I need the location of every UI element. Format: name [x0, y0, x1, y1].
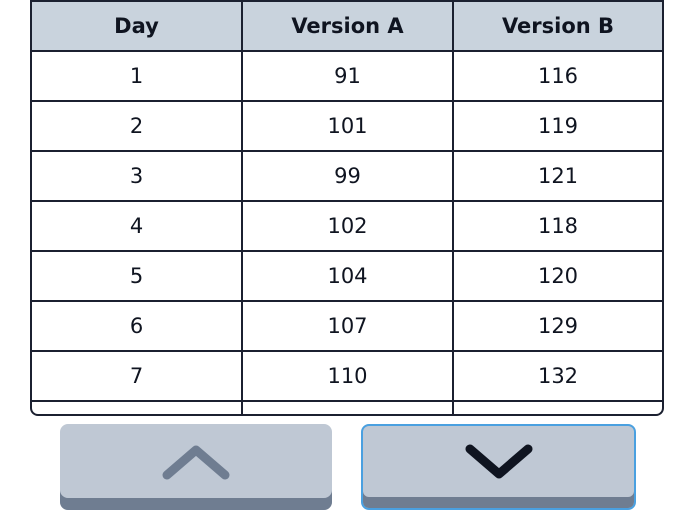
data-table: Day Version A Version B 1 91 116 2 101 1…	[32, 0, 662, 414]
scroll-up-button[interactable]	[60, 424, 332, 510]
table-cell-version-a: 99	[241, 150, 454, 202]
table-cell-version-a: 91	[241, 50, 454, 102]
table-cell-day	[32, 400, 243, 414]
table-cell-version-a: 107	[241, 300, 454, 352]
table-row	[32, 400, 662, 414]
table-cell-day: 4	[32, 200, 243, 252]
table-cell-version-a	[241, 400, 454, 414]
table-cell-version-b: 119	[452, 100, 662, 152]
table-row: 3 99 121	[32, 150, 662, 202]
table-body: 1 91 116 2 101 119 3 99 121 4 102 118 5 …	[32, 50, 662, 414]
column-header-day: Day	[32, 0, 243, 52]
table-cell-version-b: 120	[452, 250, 662, 302]
table-cell-version-b: 121	[452, 150, 662, 202]
table-cell-version-a: 102	[241, 200, 454, 252]
table-row: 2 101 119	[32, 100, 662, 152]
table-row: 7 110 132	[32, 350, 662, 402]
header-row: Day Version A Version B	[32, 0, 662, 52]
table-cell-version-b: 118	[452, 200, 662, 252]
column-header-version-b: Version B	[452, 0, 662, 52]
table-cell-day: 5	[32, 250, 243, 302]
table-cell-day: 7	[32, 350, 243, 402]
table-cell-version-a: 110	[241, 350, 454, 402]
column-header-version-a: Version A	[241, 0, 454, 52]
chevron-down-icon	[465, 444, 532, 479]
table-cell-version-b: 129	[452, 300, 662, 352]
table-cell-version-b: 132	[452, 350, 662, 402]
scroll-down-button[interactable]	[361, 424, 636, 510]
table-cell-day: 2	[32, 100, 243, 152]
table-cell-day: 6	[32, 300, 243, 352]
table-cell-version-a: 101	[241, 100, 454, 152]
table-cell-version-b: 116	[452, 50, 662, 102]
stage: Day Version A Version B 1 91 116 2 101 1…	[0, 0, 695, 521]
table-row: 1 91 116	[32, 50, 662, 102]
table-header: Day Version A Version B	[32, 0, 662, 52]
chevron-up-icon	[162, 445, 230, 480]
table-scroll-viewport[interactable]: Day Version A Version B 1 91 116 2 101 1…	[30, 0, 664, 416]
table-cell-day: 3	[32, 150, 243, 202]
table-row: 6 107 129	[32, 300, 662, 352]
table-cell-day: 1	[32, 50, 243, 102]
table-cell-version-a: 104	[241, 250, 454, 302]
table-row: 5 104 120	[32, 250, 662, 302]
table-row: 4 102 118	[32, 200, 662, 252]
table-cell-version-b	[452, 400, 662, 414]
